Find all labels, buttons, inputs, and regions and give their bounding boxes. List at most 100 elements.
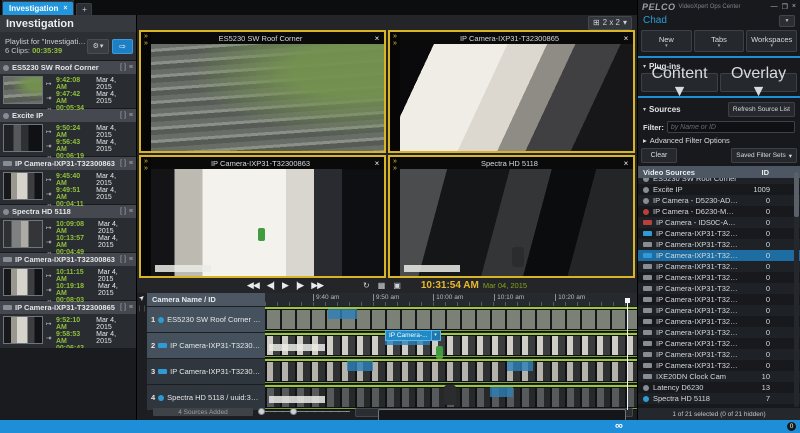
layout-selector[interactable]: ⊞ 2 x 2 ▾	[588, 16, 632, 30]
source-row[interactable]: IP Camera-IXP31-T32300933 0	[638, 349, 800, 360]
source-row[interactable]: IXE20DN Clock Cam 10	[638, 371, 800, 382]
plugin-button[interactable]: Content ▼	[641, 73, 718, 92]
playhead[interactable]	[627, 298, 628, 410]
timeline-scrollbar[interactable]	[355, 408, 633, 417]
clip-card[interactable]: IP Camera-IXP31-T32300863 [ ] ≡ ↦ 9:45:4…	[0, 157, 136, 204]
source-row[interactable]: IP Camera - D5230-ADLV503 0	[638, 195, 800, 206]
scrollbar-thumb[interactable]	[794, 172, 799, 217]
filter-input[interactable]	[667, 121, 795, 133]
close-icon[interactable]: ×	[619, 159, 633, 168]
source-row[interactable]: Spectra HD 5118 7	[638, 393, 800, 404]
clip-card[interactable]: Excite IP [ ] ≡ ↦ 9:50:24 AM Mar 4, 2015…	[0, 109, 136, 156]
close-icon[interactable]: ×	[370, 159, 384, 168]
track-source-dropdown[interactable]: IP Camera-... ▾	[385, 330, 441, 341]
source-row[interactable]: IP Camera-IXP31-T32300866 0	[638, 261, 800, 272]
close-icon[interactable]: ×	[792, 3, 796, 11]
timeline-track[interactable]: 1 ES5230 SW Roof Corner / u...	[147, 307, 637, 332]
clip-expand-icon[interactable]: [ ]	[120, 208, 126, 215]
calendar-icon[interactable]: ▦	[378, 281, 386, 290]
advanced-filter-options[interactable]: ▸ Advanced Filter Options	[638, 135, 800, 147]
clip-card[interactable]: IP Camera-IXP31-T32300863 [ ] ≡ ↦ 10:11:…	[0, 253, 136, 300]
clip-expand-icon[interactable]: [ ]	[120, 304, 126, 311]
toolbar-menu-button[interactable]: Tabs ▼	[694, 30, 745, 52]
source-row[interactable]: IP Camera-IXP31-T32300878 0	[638, 294, 800, 305]
clip-segment[interactable]	[347, 361, 373, 371]
clip-card[interactable]: ES5230 SW Roof Corner [ ] ≡ ↦ 9:42:08 AM…	[0, 61, 136, 108]
clip-card[interactable]: IP Camera-IXP31-T32300865 [ ] ≡ ↦ 9:52:1…	[0, 301, 136, 348]
source-row[interactable]: IP Camera-IXP31-T32300932 0	[638, 338, 800, 349]
source-row[interactable]: IP Camera - D6230-MPB1-026 0	[638, 206, 800, 217]
video-cell[interactable]: » » ES5230 SW Roof Corner ×	[139, 30, 386, 153]
minimize-icon[interactable]: —	[771, 3, 778, 11]
track-recording-area[interactable]	[265, 359, 637, 384]
step-back-button[interactable]: ◀|	[267, 280, 274, 291]
source-row[interactable]: IP Camera - IDS0C-ABAK498 0	[638, 217, 800, 228]
close-icon[interactable]: ×	[370, 34, 384, 43]
sources-list[interactable]: ES5230 SW Roof Corner Excite IP 1009 IP …	[638, 178, 800, 408]
source-row[interactable]: IP Camera-IXP31-T32300882 0	[638, 305, 800, 316]
source-row[interactable]: IP Camera-IXP31-T32300877 0	[638, 283, 800, 294]
clip-expand-icon[interactable]: [ ]	[120, 256, 126, 263]
plugin-button[interactable]: Overlay ▼	[720, 73, 797, 92]
source-row[interactable]: IP Camera-IXP31-T32300865 0	[638, 250, 800, 261]
clip-segment[interactable]	[490, 387, 513, 397]
saved-filter-sets-button[interactable]: Saved Filter Sets ▾	[731, 148, 797, 163]
video-cell[interactable]: » » IP Camera-IXP31-T32300863 ×	[139, 155, 386, 278]
refresh-source-list-button[interactable]: Refresh Source List	[728, 102, 795, 117]
source-row[interactable]: IP Camera-IXP31-T32300884 0	[638, 316, 800, 327]
sync-time-icon[interactable]: ↻	[363, 281, 370, 290]
source-row[interactable]: Excite IP 1009	[638, 184, 800, 195]
clip-expand-icon[interactable]: [ ]	[120, 112, 126, 119]
pointer-tool-icon[interactable]: ➤	[137, 293, 147, 303]
clip-menu-icon[interactable]: ≡	[129, 112, 133, 119]
collapse-icon[interactable]: ▾	[643, 63, 646, 70]
video-frame[interactable]	[400, 169, 633, 276]
clip-expand-icon[interactable]: [ ]	[120, 160, 126, 167]
collapse-icon[interactable]: ▾	[643, 106, 646, 113]
toolbar-menu-button[interactable]: Workspaces ▼	[746, 30, 797, 52]
tab-close-icon[interactable]: ×	[63, 5, 67, 12]
slider-handle[interactable]	[290, 408, 297, 415]
notification-badge[interactable]: 0	[787, 422, 796, 431]
clip-menu-icon[interactable]: ≡	[129, 256, 133, 263]
clip-menu-icon[interactable]: ≡	[129, 304, 133, 311]
timeline-track[interactable]: 3 IP Camera-IXP31-T323008...	[147, 359, 637, 384]
rewind-button[interactable]: ◀◀	[247, 280, 259, 291]
sources-scrollbar[interactable]	[794, 172, 799, 407]
workspace-tab[interactable]: Investigation ×	[2, 1, 74, 15]
clip-menu-icon[interactable]: ≡	[129, 208, 133, 215]
track-recording-area[interactable]	[265, 307, 637, 332]
clip-segment[interactable]	[507, 361, 533, 371]
slider-handle[interactable]	[258, 408, 265, 415]
restore-icon[interactable]: ❐	[782, 3, 788, 11]
source-row[interactable]: IP Camera-IXP31-T32300863 0	[638, 228, 800, 239]
step-forward-button[interactable]: |▶	[296, 280, 303, 291]
playlist-settings-button[interactable]: ⚙▾	[87, 39, 109, 54]
source-row[interactable]: IP Camera-IXP31-T32300934 0	[638, 360, 800, 371]
video-cell[interactable]: » » Spectra HD 5118 ×	[388, 155, 635, 278]
export-clip-icon[interactable]: ▣	[393, 281, 401, 290]
clear-filter-button[interactable]: Clear	[641, 148, 677, 163]
track-recording-area[interactable]	[265, 333, 637, 358]
source-row[interactable]: IP Camera-IXP31-T32300869 0	[638, 272, 800, 283]
add-tab-button[interactable]: +	[76, 3, 92, 15]
close-icon[interactable]: ×	[619, 34, 633, 43]
clip-menu-icon[interactable]: ≡	[129, 160, 133, 167]
video-cell[interactable]: » » IP Camera-IXP31-T32300865 ×	[388, 30, 635, 153]
clip-expand-icon[interactable]: [ ]	[120, 64, 126, 71]
source-row[interactable]: Latency D6230 13	[638, 382, 800, 393]
toolbar-menu-button[interactable]: New ▼	[641, 30, 692, 52]
clip-menu-icon[interactable]: ≡	[129, 64, 133, 71]
timeline-zoom-slider[interactable]	[258, 408, 350, 416]
fast-forward-button[interactable]: ▶▶	[311, 280, 323, 291]
user-menu-button[interactable]: ▼	[779, 15, 795, 27]
source-row[interactable]: IP Camera-IXP31-T32300864 0	[638, 239, 800, 250]
video-frame[interactable]	[400, 44, 633, 151]
export-playlist-button[interactable]: ⇨	[112, 39, 133, 54]
clip-card[interactable]: Spectra HD 5118 [ ] ≡ ↦ 10:09:08 AM Mar …	[0, 205, 136, 252]
video-frame[interactable]	[151, 44, 384, 151]
play-button[interactable]: ▶	[282, 280, 288, 291]
time-ruler[interactable]: 9:40 am9:50 am10:00 am10:10 am10:20 am	[265, 293, 637, 306]
video-frame[interactable]	[151, 169, 384, 276]
clip-segment[interactable]	[328, 309, 357, 319]
